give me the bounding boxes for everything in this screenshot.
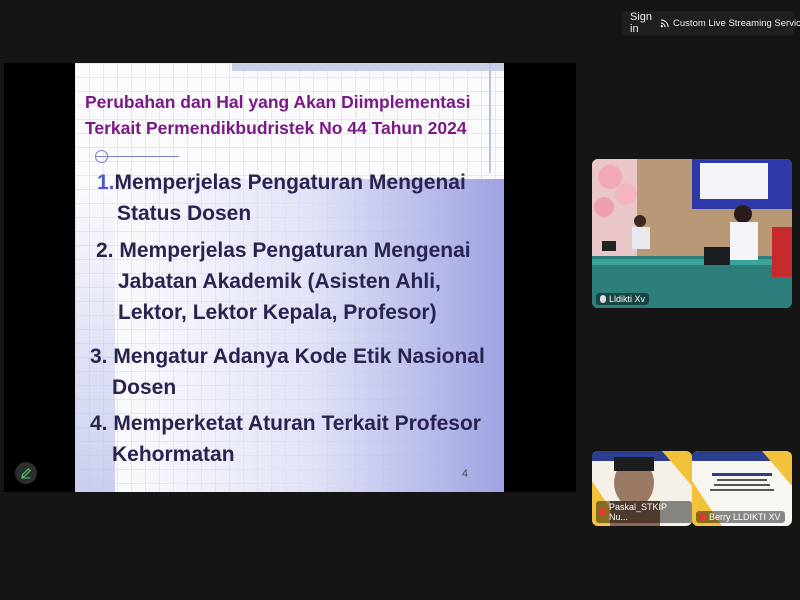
slide-title-line2: Terkait Permendikbudristek No 44 Tahun 2… — [85, 118, 467, 138]
item-line: Memperjelas Pengaturan Mengenai — [114, 171, 466, 194]
item-number: 3. — [90, 345, 108, 368]
top-bar: Sign in Custom Live Streaming Service — [622, 11, 800, 35]
sign-in-button[interactable]: Sign in — [622, 11, 660, 35]
presentation-slide: Perubahan dan Hal yang Akan Diimplementa… — [75, 63, 504, 492]
video-tile-paskal[interactable]: Paskal_STKIP Nu... — [592, 451, 692, 526]
slide-item-2: 2. Memperjelas Pengaturan Mengenai Jabat… — [96, 235, 471, 328]
item-number: 1. — [97, 171, 115, 194]
item-line: Mengatur Adanya Kode Etik Nasional — [113, 345, 485, 368]
slide-decor-circle — [95, 150, 108, 163]
participant-name: Berry LLDIKTI XV — [709, 512, 781, 522]
slide-top-strip — [232, 63, 504, 71]
video-tile-berry[interactable]: Berry LLDIKTI XV — [692, 451, 792, 526]
item-line: Kehormatan — [112, 443, 235, 466]
slide-item-1: 1.Memperjelas Pengaturan Mengenai Status… — [97, 167, 466, 229]
item-line: Lektor, Lektor Kepala, Profesor) — [118, 301, 437, 324]
slide-item-4: 4. Memperketat Aturan Terkait Profesor K… — [90, 408, 481, 470]
item-line: Jabatan Akademik (Asisten Ahli, — [118, 270, 441, 293]
participant-label: Berry LLDIKTI XV — [696, 511, 785, 523]
broadcast-icon — [660, 18, 669, 27]
participant-label: Paskal_STKIP Nu... — [596, 501, 692, 523]
muted-microphone-icon — [700, 513, 706, 521]
item-number: 2. — [96, 239, 114, 262]
item-line: Status Dosen — [117, 202, 252, 225]
live-stream-label: Custom Live Streaming Service — [673, 17, 800, 29]
annotate-button[interactable] — [15, 462, 37, 484]
slide-item-3: 3. Mengatur Adanya Kode Etik Nasional Do… — [90, 341, 485, 403]
item-line: Memperketat Aturan Terkait Profesor — [113, 412, 481, 435]
pencil-icon — [21, 467, 32, 479]
slide-title: Perubahan dan Hal yang Akan Diimplementa… — [85, 89, 495, 141]
muted-microphone-icon — [600, 508, 606, 516]
slide-page-number: 4 — [461, 468, 468, 480]
participant-name: Lldikti Xv — [609, 294, 646, 304]
item-line: Dosen — [112, 376, 177, 399]
participant-name: Paskal_STKIP Nu... — [608, 502, 667, 522]
microphone-icon — [600, 295, 606, 303]
item-line: Memperjelas Pengaturan Mengenai — [119, 239, 471, 262]
slide-title-line1: Perubahan dan Hal yang Akan Diimplementa… — [85, 92, 471, 112]
video-tile-lldikti[interactable]: Lldikti Xv — [592, 159, 792, 308]
participant-video — [592, 159, 792, 308]
participant-label: Lldikti Xv — [596, 293, 650, 305]
item-number: 4. — [90, 412, 108, 435]
live-stream-menu[interactable]: Custom Live Streaming Service — [660, 18, 800, 29]
